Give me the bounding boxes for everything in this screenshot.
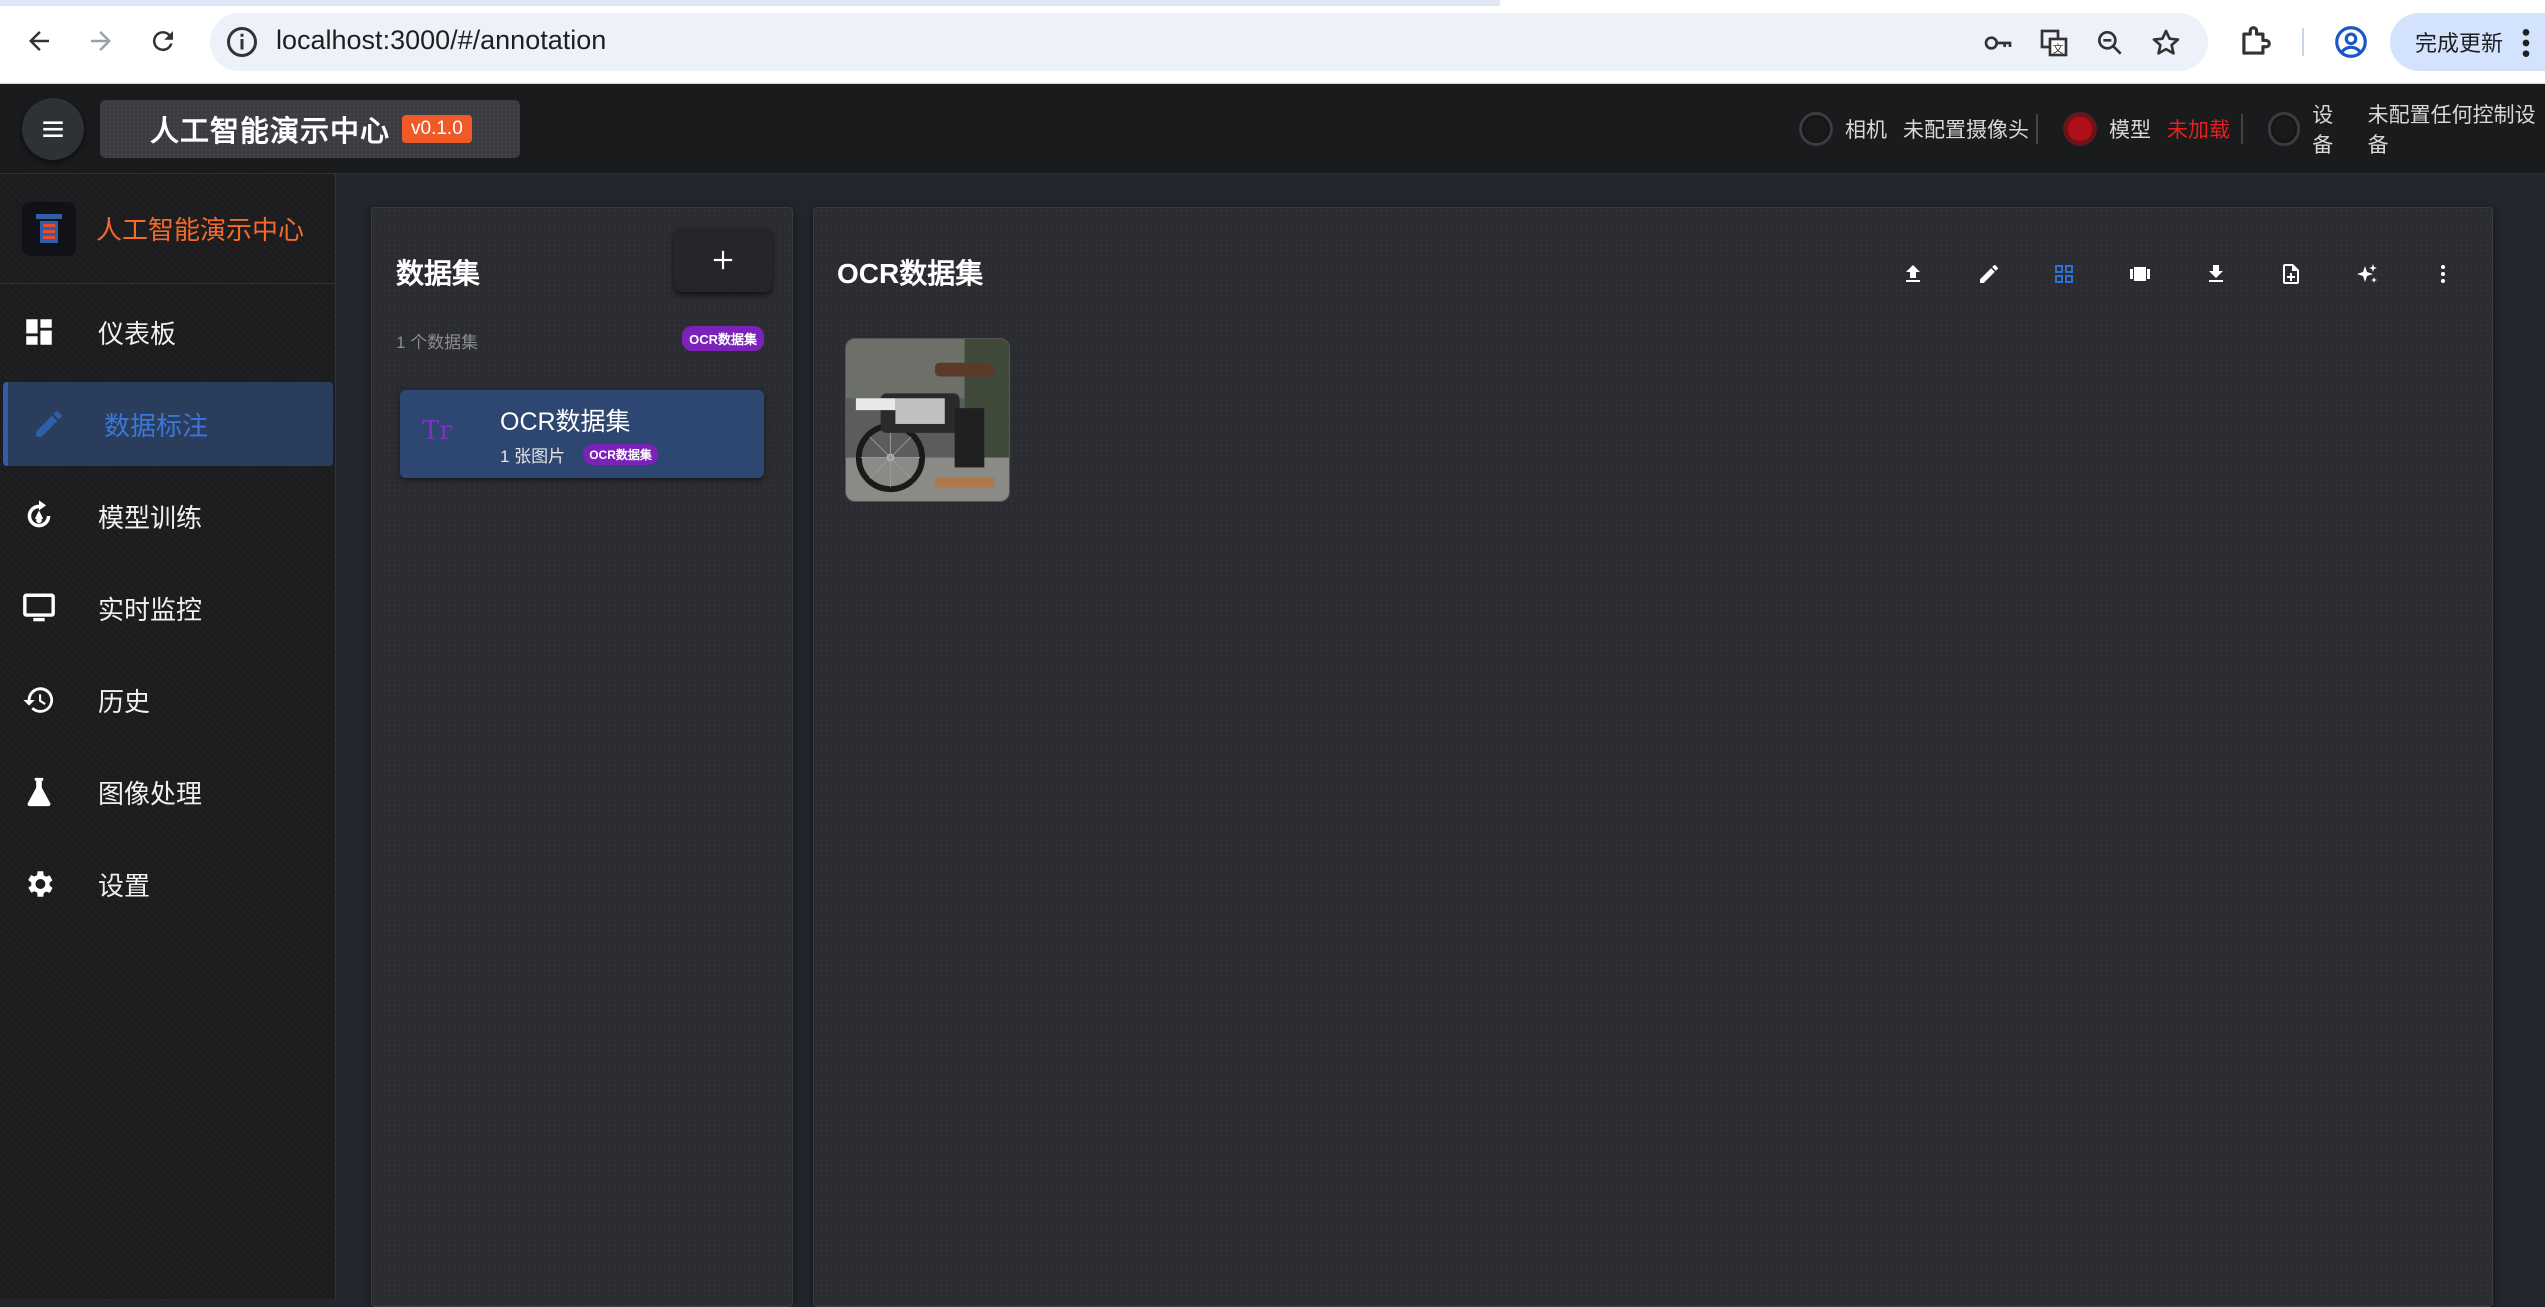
- image-thumbnail[interactable]: [845, 338, 1010, 502]
- model-status: 模型 未加载: [2063, 112, 2230, 146]
- carousel-view-icon: [2130, 267, 2150, 281]
- upload-button[interactable]: [1893, 254, 1933, 294]
- menu-button[interactable]: [22, 98, 84, 160]
- camera-status-value: 未配置摄像头: [1903, 119, 2029, 142]
- history-icon: [23, 687, 54, 713]
- monitor-icon: [23, 593, 55, 622]
- toolbar-divider: [2302, 28, 2304, 56]
- app-title-chip: 人工智能演示中心 v0.1.0: [100, 100, 520, 158]
- forward-icon[interactable]: [74, 14, 128, 68]
- update-label: 完成更新: [2415, 31, 2504, 56]
- camera-status-label: 相机: [1845, 119, 1887, 142]
- dataset-detail-panel: OCR数据集: [813, 207, 2493, 1307]
- brand-name: 人工智能演示中心: [96, 215, 305, 245]
- training-icon: [27, 500, 51, 528]
- sidebar-item-label: 数据标注: [104, 410, 209, 441]
- status-divider: [2036, 114, 2038, 144]
- sidebar-item-label: 模型训练: [98, 502, 203, 533]
- download-icon: [2209, 265, 2223, 282]
- extensions-icon[interactable]: [2236, 23, 2274, 61]
- sidebar-item-dashboard[interactable]: 仪表板: [0, 290, 336, 374]
- grid-view-icon: [2055, 265, 2073, 283]
- dataset-meta: 1 张图片 OCR数据集: [500, 442, 658, 467]
- add-dataset-button[interactable]: [674, 228, 772, 292]
- sparkle-icon: [2357, 264, 2377, 283]
- edit-button[interactable]: [1969, 254, 2009, 294]
- gear-icon: [28, 871, 53, 897]
- add-file-icon: [2283, 264, 2299, 284]
- status-divider: [2241, 114, 2243, 144]
- text-type-icon: Tr: [422, 416, 452, 446]
- model-status-label: 模型: [2109, 119, 2151, 142]
- loading-progress: [0, 0, 1500, 6]
- zoom-icon[interactable]: [2094, 27, 2126, 59]
- sidebar: 人工智能演示中心 仪表板 数据标注 模型训练 实时监控 历史 图像处理 设置: [0, 174, 336, 1299]
- sidebar-item-settings[interactable]: 设置: [0, 842, 336, 926]
- translate-icon[interactable]: 文: [2038, 27, 2070, 59]
- reload-icon[interactable]: [136, 14, 190, 68]
- more-vert-icon: [2441, 265, 2445, 283]
- site-info-icon[interactable]: [224, 24, 260, 60]
- device-status: 设备 未配置任何控制设备: [2268, 104, 2545, 157]
- address-bar[interactable]: localhost:3000/#/annotation 文: [210, 13, 2208, 71]
- password-key-icon[interactable]: [1982, 27, 2014, 59]
- dataset-card-badge: OCR数据集: [583, 444, 658, 465]
- device-status-dot: [2268, 112, 2301, 146]
- dataset-card[interactable]: Tr OCR数据集 1 张图片 OCR数据集: [400, 390, 764, 478]
- update-button[interactable]: 完成更新: [2390, 13, 2545, 71]
- svg-text:文: 文: [2053, 42, 2064, 55]
- sidebar-item-annotation[interactable]: 数据标注: [3, 382, 333, 466]
- device-status-label: 设备: [2312, 104, 2334, 157]
- dataset-detail-title: OCR数据集: [837, 258, 984, 289]
- browser-toolbar: localhost:3000/#/annotation 文 完成更新: [0, 0, 2545, 84]
- profile-icon[interactable]: [2332, 23, 2370, 61]
- camera-status-dot: [1799, 112, 1833, 146]
- datasets-panel: 数据集 1 个数据集 OCR数据集 Tr OCR数据集 1 张图片 OCR数据集: [371, 207, 793, 1307]
- sidebar-brand[interactable]: 人工智能演示中心: [0, 174, 336, 284]
- dataset-image-count: 1 张图片: [500, 447, 566, 466]
- more-vert-icon: [2522, 29, 2530, 57]
- bookmark-star-icon[interactable]: [2150, 27, 2182, 59]
- dataset-type-badge: OCR数据集: [682, 326, 764, 351]
- download-button[interactable]: [2196, 254, 2236, 294]
- auto-annotate-button[interactable]: [2347, 254, 2387, 294]
- sidebar-item-label: 实时监控: [98, 594, 203, 625]
- pencil-icon: [36, 411, 62, 437]
- hamburger-icon: [43, 121, 63, 138]
- upload-icon: [1906, 265, 1920, 282]
- brand-logo: [22, 201, 76, 256]
- carousel-view-button[interactable]: [2120, 254, 2160, 294]
- sidebar-item-label: 历史: [98, 686, 151, 717]
- camera-status: 相机 未配置摄像头: [1799, 112, 2029, 146]
- sidebar-item-label: 设置: [98, 870, 151, 901]
- sidebar-item-training[interactable]: 模型训练: [0, 474, 336, 558]
- motorcycle-photo: [846, 339, 1009, 501]
- sidebar-item-label: 图像处理: [98, 778, 203, 809]
- device-status-value: 未配置任何控制设备: [2367, 104, 2536, 157]
- app-header: 人工智能演示中心 v0.1.0 相机 未配置摄像头 模型 未加载 设备 未配置任…: [0, 84, 2545, 174]
- dashboard-icon: [26, 319, 52, 345]
- model-status-value: 未加载: [2167, 119, 2230, 142]
- sidebar-item-image-processing[interactable]: 图像处理: [0, 750, 336, 834]
- url-text: localhost:3000/#/annotation: [276, 25, 607, 55]
- edit-icon: [1980, 265, 1998, 283]
- sidebar-item-history[interactable]: 历史: [0, 658, 336, 742]
- plus-icon: [713, 250, 733, 270]
- grid-view-button[interactable]: [2044, 254, 2084, 294]
- back-icon[interactable]: [12, 14, 66, 68]
- add-file-button[interactable]: [2271, 254, 2311, 294]
- model-status-dot: [2063, 112, 2097, 146]
- dataset-count: 1 个数据集: [396, 333, 479, 352]
- sidebar-item-monitor[interactable]: 实时监控: [0, 566, 336, 650]
- version-badge: v0.1.0: [402, 115, 472, 143]
- dataset-name: OCR数据集: [500, 408, 631, 436]
- datasets-title: 数据集: [396, 258, 481, 289]
- app-title: 人工智能演示中心: [150, 116, 391, 148]
- sidebar-item-label: 仪表板: [98, 318, 177, 349]
- more-options-button[interactable]: [2423, 254, 2463, 294]
- flask-icon: [27, 777, 51, 807]
